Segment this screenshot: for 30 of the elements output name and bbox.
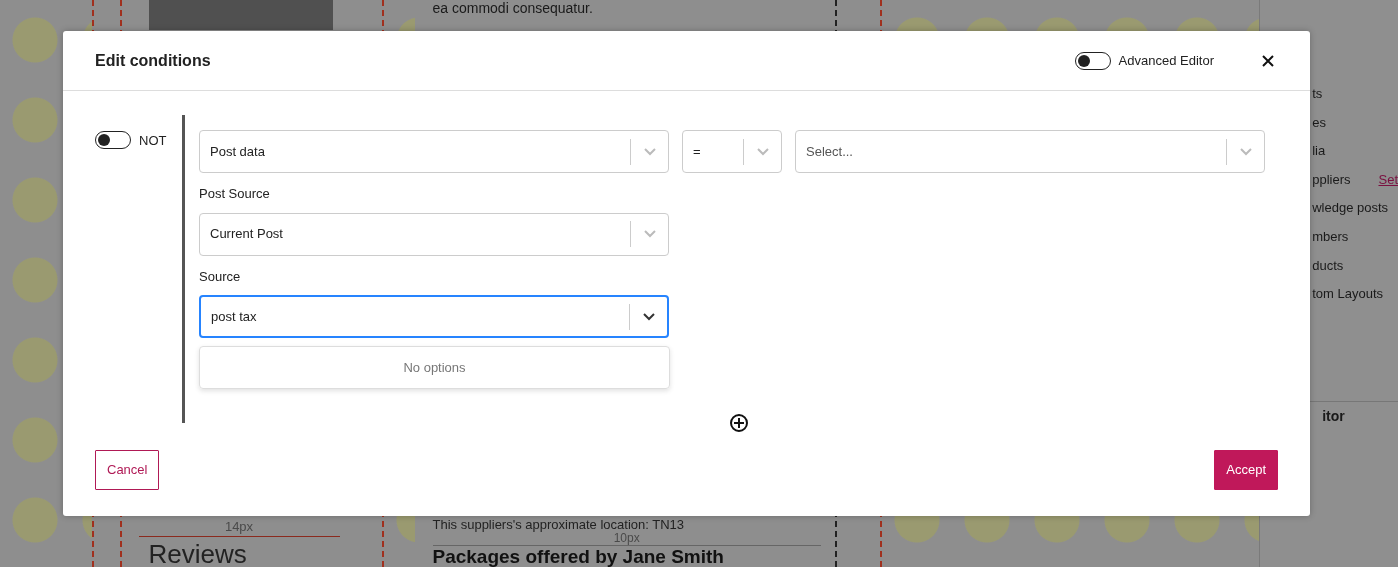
sidebar-item[interactable]: es: [1312, 112, 1326, 142]
field-label: Post Source: [199, 185, 271, 203]
modal-title: Edit conditions: [95, 50, 211, 71]
sidebar-item[interactable]: ducts: [1312, 255, 1344, 285]
cancel-button[interactable]: Cancel: [95, 450, 160, 490]
section-heading: Packages offered by Jane Smith: [432, 546, 725, 567]
sidebar-item[interactable]: ts: [1312, 84, 1323, 113]
sidebar-item[interactable]: mbers: [1312, 226, 1349, 256]
section-heading: Reviews: [148, 538, 248, 567]
paragraph-text: This suppliers's approximate location: TN13: [432, 518, 686, 531]
dropdown-menu: No options: [199, 346, 670, 389]
paragraph-text: ea commodi consequatur.: [432, 0, 594, 18]
select-field[interactable]: Current Post: [199, 212, 669, 256]
sidebar-item[interactable]: tom Layouts: [1312, 284, 1383, 313]
accept-button[interactable]: Accept: [1214, 450, 1278, 490]
plus-circle-icon[interactable]: [729, 413, 749, 433]
set-link[interactable]: Set: [1378, 169, 1398, 199]
chevron-down-icon[interactable]: [641, 311, 656, 322]
sidebar-item[interactable]: ppliers: [1312, 169, 1351, 199]
sidebar-item[interactable]: wledge posts: [1312, 198, 1389, 227]
toggle-label: Advanced Editor: [1118, 51, 1214, 70]
select-field[interactable]: Select...: [795, 130, 1265, 173]
spacing-label: 10px: [432, 531, 821, 546]
toggle-label: NOT: [139, 132, 167, 150]
input-field[interactable]: post tax: [199, 295, 669, 338]
field-label: Source: [199, 267, 242, 286]
sidebar-item[interactable]: lia: [1312, 141, 1326, 170]
close-icon[interactable]: [1262, 54, 1274, 67]
select-field[interactable]: Post data: [199, 130, 669, 173]
select-field[interactable]: =: [682, 130, 782, 173]
